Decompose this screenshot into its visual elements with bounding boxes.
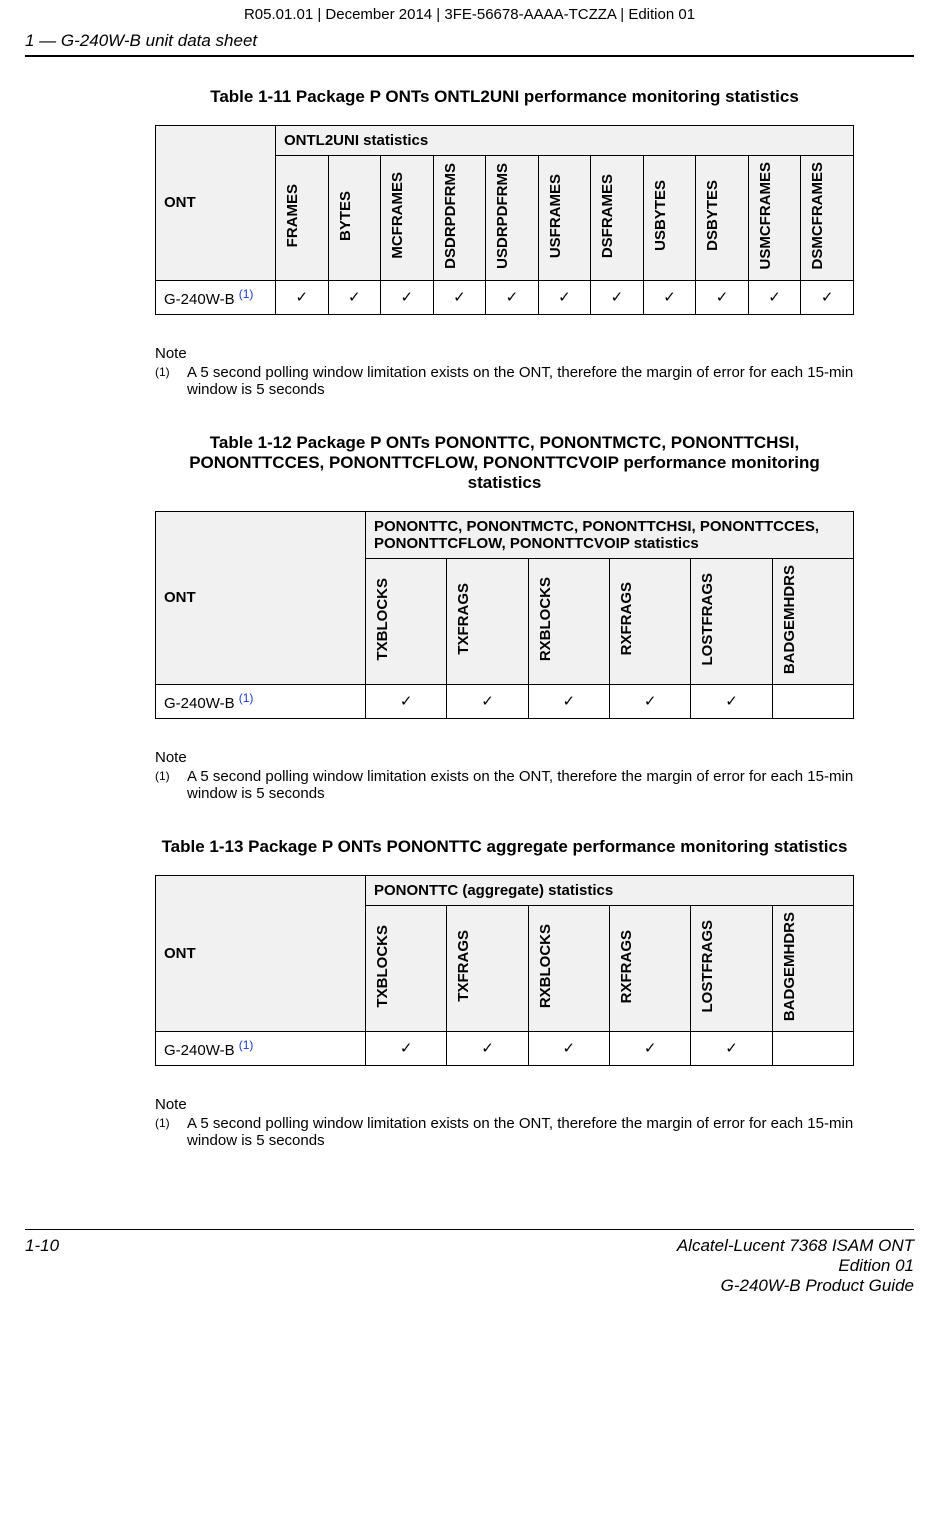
table-row: G-240W-B (1) ✓ ✓ ✓ ✓ ✓ (156, 684, 854, 718)
check-cell: ✓ (609, 1031, 690, 1065)
footnote-ref: (1) (239, 287, 254, 301)
table-13-ont-header: ONT (156, 875, 366, 1031)
table-11-group-header: ONTL2UNI statistics (276, 126, 854, 156)
check-cell: ✓ (276, 280, 329, 314)
check-cell: ✓ (528, 684, 609, 718)
check-cell (772, 1031, 853, 1065)
col-lostfrags: LOSTFRAGS (691, 558, 772, 684)
footer-edition: Edition 01 (677, 1256, 914, 1276)
table-row: G-240W-B (1) ✓ ✓ ✓ ✓ ✓ (156, 1031, 854, 1065)
doc-meta-header: R05.01.01 | December 2014 | 3FE-56678-AA… (25, 6, 914, 23)
col-dsframes: DSFRAMES (591, 156, 644, 281)
footer-right: Alcatel-Lucent 7368 ISAM ONT Edition 01 … (677, 1236, 914, 1296)
check-cell: ✓ (748, 280, 801, 314)
check-cell: ✓ (447, 1031, 528, 1065)
footnote-ref: (1) (239, 1038, 254, 1052)
check-cell: ✓ (643, 280, 696, 314)
header-rule (25, 55, 914, 57)
check-cell: ✓ (609, 684, 690, 718)
note-text: A 5 second polling window limitation exi… (187, 1115, 854, 1149)
check-cell: ✓ (691, 684, 772, 718)
table-11-title: Table 1-11 Package P ONTs ONTL2UNI perfo… (155, 87, 854, 107)
table-11: ONT ONTL2UNI statistics FRAMES BYTES MCF… (155, 125, 854, 315)
col-mcframes: MCFRAMES (381, 156, 434, 281)
note-number: (1) (155, 364, 187, 398)
note-12: Note (1) A 5 second polling window limit… (155, 749, 854, 802)
check-cell: ✓ (696, 280, 749, 314)
note-number: (1) (155, 1115, 187, 1149)
table-12-ont-header: ONT (156, 511, 366, 684)
col-txfrags: TXFRAGS (447, 905, 528, 1031)
check-cell: ✓ (447, 684, 528, 718)
check-cell: ✓ (366, 1031, 447, 1065)
check-cell: ✓ (328, 280, 381, 314)
check-cell: ✓ (538, 280, 591, 314)
col-lostfrags: LOSTFRAGS (691, 905, 772, 1031)
section-title: 1 — G-240W-B unit data sheet (25, 31, 914, 55)
col-txblocks: TXBLOCKS (366, 905, 447, 1031)
check-cell: ✓ (591, 280, 644, 314)
col-usframes: USFRAMES (538, 156, 591, 281)
col-dsmcframes: DSMCFRAMES (801, 156, 854, 281)
col-dsdrpdfrms: DSDRPDFRMS (433, 156, 486, 281)
ont-model-cell: G-240W-B (1) (156, 280, 276, 314)
note-13: Note (1) A 5 second polling window limit… (155, 1096, 854, 1149)
page-number: 1-10 (25, 1236, 59, 1296)
note-label: Note (155, 1096, 854, 1113)
col-txblocks: TXBLOCKS (366, 558, 447, 684)
check-cell: ✓ (366, 684, 447, 718)
note-number: (1) (155, 768, 187, 802)
footer-guide-title: G-240W-B Product Guide (677, 1276, 914, 1296)
footer-product-line: Alcatel-Lucent 7368 ISAM ONT (677, 1236, 914, 1256)
table-11-ont-header: ONT (156, 126, 276, 281)
note-text: A 5 second polling window limitation exi… (187, 768, 854, 802)
note-text: A 5 second polling window limitation exi… (187, 364, 854, 398)
col-bytes: BYTES (328, 156, 381, 281)
check-cell: ✓ (486, 280, 539, 314)
col-frames: FRAMES (276, 156, 329, 281)
footer-rule (25, 1229, 914, 1230)
note-label: Note (155, 749, 854, 766)
check-cell: ✓ (433, 280, 486, 314)
check-cell: ✓ (381, 280, 434, 314)
col-badgemhdrs: BADGEMHDRS (772, 905, 853, 1031)
col-rxblocks: RXBLOCKS (528, 558, 609, 684)
col-usmcframes: USMCFRAMES (748, 156, 801, 281)
col-usdrpdfrms: USDRPDFRMS (486, 156, 539, 281)
ont-model-cell: G-240W-B (1) (156, 1031, 366, 1065)
table-13-group-header: PONONTTC (aggregate) statistics (366, 875, 854, 905)
col-txfrags: TXFRAGS (447, 558, 528, 684)
table-12-title: Table 1-12 Package P ONTs PONONTTC, PONO… (155, 433, 854, 493)
check-cell: ✓ (528, 1031, 609, 1065)
check-cell: ✓ (801, 280, 854, 314)
col-rxfrags: RXFRAGS (609, 558, 690, 684)
col-rxfrags: RXFRAGS (609, 905, 690, 1031)
table-13-title: Table 1-13 Package P ONTs PONONTTC aggre… (155, 837, 854, 857)
note-11: Note (1) A 5 second polling window limit… (155, 345, 854, 398)
table-12: ONT PONONTTC, PONONTMCTC, PONONTTCHSI, P… (155, 511, 854, 719)
ont-model-cell: G-240W-B (1) (156, 684, 366, 718)
check-cell: ✓ (691, 1031, 772, 1065)
col-usbytes: USBYTES (643, 156, 696, 281)
table-12-group-header: PONONTTC, PONONTMCTC, PONONTTCHSI, PONON… (366, 511, 854, 558)
table-row: G-240W-B (1) ✓ ✓ ✓ ✓ ✓ ✓ ✓ ✓ ✓ ✓ ✓ (156, 280, 854, 314)
footnote-ref: (1) (239, 691, 254, 705)
note-label: Note (155, 345, 854, 362)
col-dsbytes: DSBYTES (696, 156, 749, 281)
col-badgemhdrs: BADGEMHDRS (772, 558, 853, 684)
check-cell (772, 684, 853, 718)
table-13: ONT PONONTTC (aggregate) statistics TXBL… (155, 875, 854, 1066)
col-rxblocks: RXBLOCKS (528, 905, 609, 1031)
